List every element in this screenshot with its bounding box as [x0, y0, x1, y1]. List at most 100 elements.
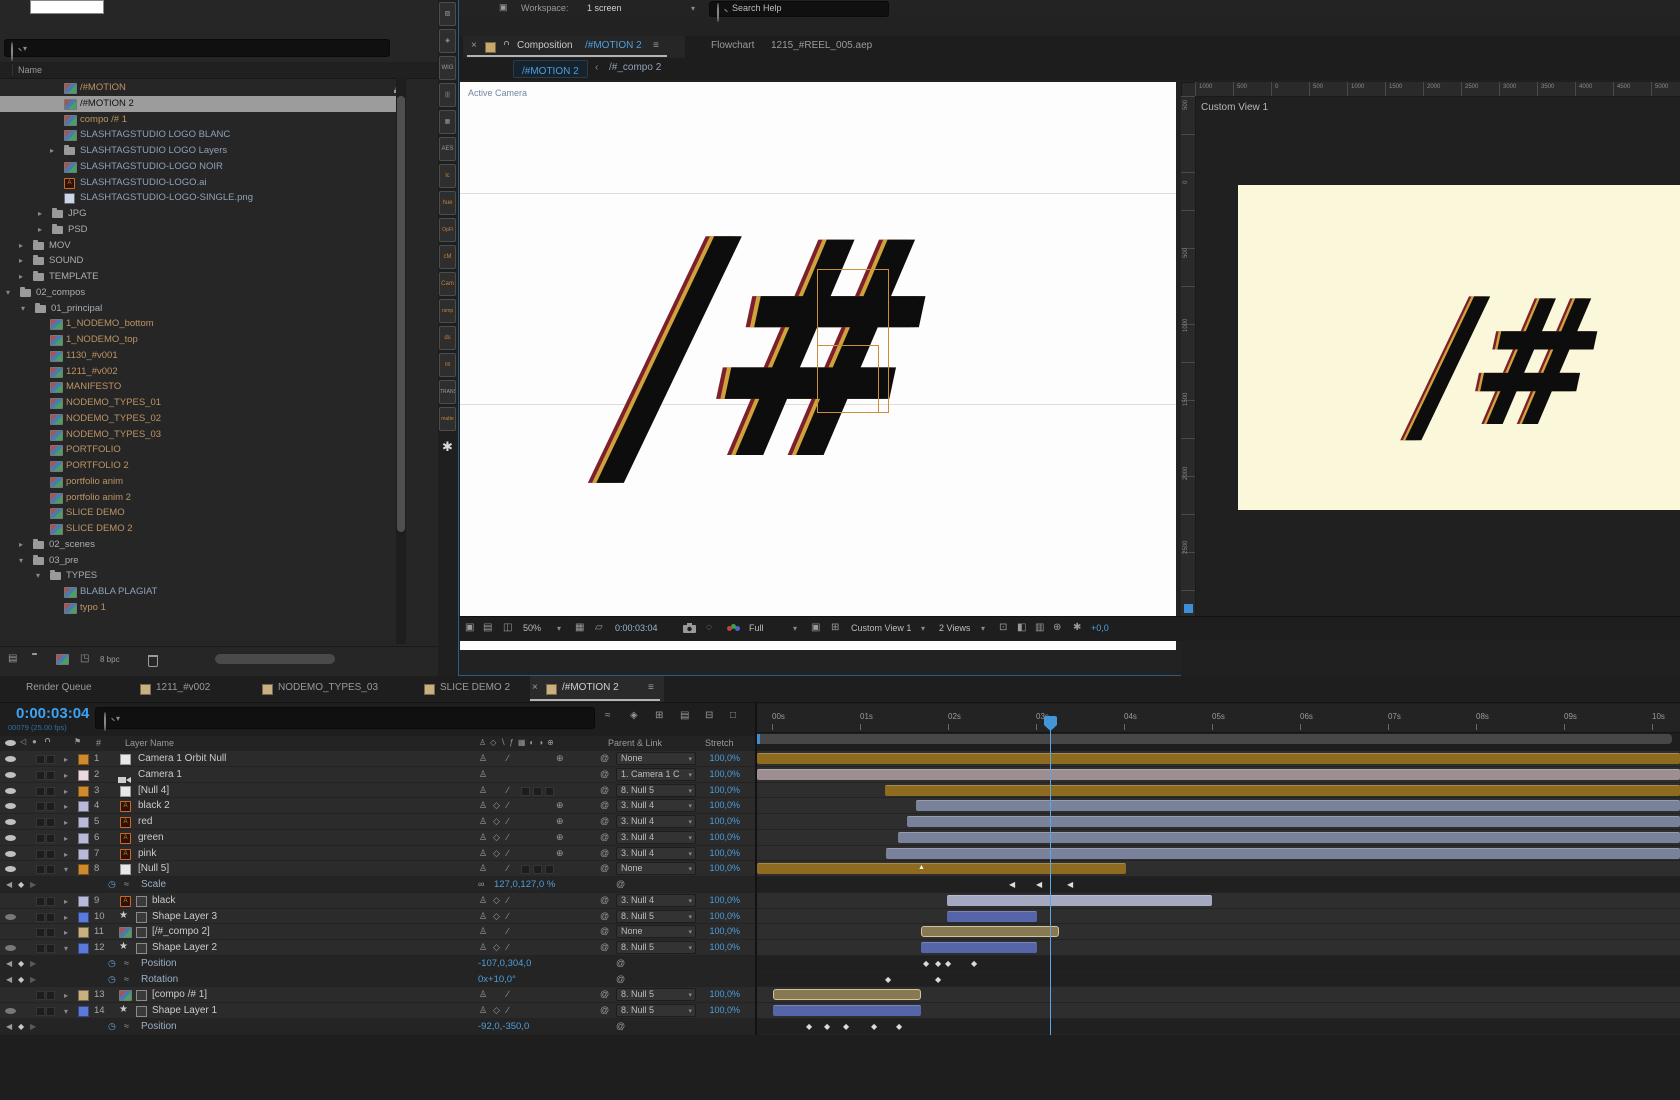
name-column-header[interactable]: Name [18, 65, 42, 75]
chevron-down-icon[interactable]: ▾ [688, 912, 692, 923]
stopwatch-icon[interactable]: ◷ [108, 974, 116, 985]
timeline-tab-label[interactable]: SLICE DEMO 2 [440, 682, 510, 693]
switch-box[interactable] [36, 755, 45, 764]
panel-button-lc[interactable]: lc [439, 164, 456, 188]
layer-label-chip[interactable] [78, 943, 89, 954]
layer-row[interactable]: ▸3[Null 4]♙∕@8. Null 5▾100,0% [0, 783, 1680, 799]
twirl-icon[interactable]: ▸ [64, 787, 68, 796]
switch-box[interactable] [46, 771, 55, 780]
layer-duration-bar[interactable] [921, 942, 1037, 953]
twirl-icon[interactable]: ▸ [64, 834, 68, 843]
mask-mode-icon[interactable]: ▱ [595, 622, 603, 633]
project-item-label[interactable]: SLICE DEMO [66, 507, 125, 518]
switch-box[interactable] [36, 802, 45, 811]
panel-button-AES[interactable]: AES [439, 137, 456, 161]
project-item-label[interactable]: PORTFOLIO 2 [66, 460, 129, 471]
project-item-file[interactable]: NODEMO_TYPES_03 [0, 427, 396, 443]
chevron-down-icon[interactable]: ▾ [688, 1006, 692, 1017]
property-pickwhip-icon[interactable]: @ [616, 1021, 625, 1031]
chevron-down-icon[interactable]: ▾ [691, 4, 695, 13]
project-item-label[interactable]: compo /# 1 [80, 114, 127, 125]
switch-box[interactable] [46, 834, 55, 843]
gear-icon[interactable]: ✱ [439, 436, 456, 460]
layer-name[interactable]: [Null 5] [138, 863, 169, 874]
tab-composition[interactable]: × Composition /#MOTION 2 ≡ [463, 36, 685, 58]
zoom-select[interactable]: 50% [523, 623, 541, 633]
close-icon[interactable]: × [532, 682, 538, 693]
layer-name[interactable]: Shape Layer 3 [152, 911, 217, 922]
project-item-label[interactable]: PORTFOLIO [66, 444, 121, 455]
parent-link-select[interactable]: 3. Null 4▾ [616, 799, 696, 812]
project-item-folder[interactable]: ▸TEMPLATE [0, 269, 396, 285]
layer-visibility-eye[interactable] [5, 786, 16, 796]
property-pickwhip-icon[interactable]: @ [616, 958, 625, 968]
stretch-value[interactable]: 100,0% [700, 911, 740, 921]
3d-switch-icon[interactable]: ⊕ [556, 848, 564, 859]
project-item-file[interactable]: 1_NODEMO_top [0, 332, 396, 348]
pixel-aspect-icon[interactable]: ⊡ [999, 622, 1007, 633]
twirl-icon[interactable]: ▸ [38, 225, 42, 234]
keyframe-nav-next-icon[interactable]: ▶ [30, 975, 36, 984]
layer-name[interactable]: Shape Layer 2 [152, 942, 217, 953]
switch-box[interactable] [46, 802, 55, 811]
quality-switch-icon[interactable]: ∕ [507, 926, 509, 936]
switch-box[interactable] [36, 897, 45, 906]
keyframe-icon[interactable]: ◆ [923, 959, 929, 968]
shy-switch-icon[interactable]: ♙ [479, 832, 487, 843]
chevron-down-icon[interactable]: ▾ [921, 624, 925, 633]
layer-row[interactable]: ▸2Camera 1♙@1. Camera 1 C▾100,0% [0, 767, 1680, 783]
grid-options-icon[interactable]: ▦ [575, 622, 584, 633]
stretch-value[interactable]: 100,0% [700, 785, 740, 795]
track-lane[interactable] [757, 972, 1680, 987]
switch-box[interactable] [36, 928, 45, 937]
project-item-file[interactable]: SLASHTAGSTUDIO LOGO BLANC [0, 127, 396, 143]
layer-label-chip[interactable] [78, 896, 89, 907]
parent-link-select[interactable]: 8. Null 5▾ [616, 988, 696, 1001]
twirl-icon[interactable]: ▸ [19, 241, 23, 250]
panel-menu-icon[interactable]: ≡ [648, 682, 654, 693]
twirl-icon[interactable]: ▸ [64, 850, 68, 859]
new-composition-icon[interactable] [56, 654, 69, 665]
project-item-folder[interactable]: ▾02_compos [0, 285, 396, 301]
layer-duration-bar[interactable] [916, 800, 1680, 811]
project-item-label[interactable]: SLASHTAGSTUDIO LOGO BLANC [80, 129, 230, 140]
project-item-label[interactable]: 1_NODEMO_bottom [66, 318, 154, 329]
project-item-file[interactable]: SLICE DEMO 2 [0, 521, 396, 537]
layer-name[interactable]: Shape Layer 1 [152, 1005, 217, 1016]
parent-link-select[interactable]: 8. Null 5▾ [616, 784, 696, 797]
chevron-down-icon[interactable]: ▾ [688, 833, 692, 844]
keyframe-icon[interactable]: ◆ [806, 1022, 812, 1031]
view-select[interactable]: Custom View 1 [851, 623, 911, 633]
interpret-footage-icon[interactable]: ▤ [8, 653, 17, 664]
parent-pickwhip-icon[interactable]: @ [600, 942, 609, 952]
project-item-file[interactable]: 1130_#v001 [0, 348, 396, 364]
tab-title[interactable]: Composition [517, 40, 573, 51]
project-item-label[interactable]: TEMPLATE [49, 271, 98, 282]
project-item-label[interactable]: BLABLA PLAGIAT [80, 586, 157, 597]
twirl-icon[interactable]: ▸ [38, 209, 42, 218]
timeline-search-input[interactable]: ▾ [95, 707, 595, 729]
breadcrumb-parent[interactable]: /#_compo 2 [609, 62, 661, 73]
graph-editor-icon[interactable]: □ [730, 710, 736, 721]
stopwatch-icon[interactable]: ◷ [108, 958, 116, 969]
keyframe-nav-prev-icon[interactable]: ◀ [6, 959, 12, 968]
panel-button-fill[interactable]: fill [439, 353, 456, 377]
project-item-folder[interactable]: ▸MOV [0, 238, 396, 254]
layer-name[interactable]: red [138, 816, 152, 827]
layer-row[interactable]: ▸4Ablack 2♙◇∕⊕@3. Null 4▾100,0% [0, 798, 1680, 814]
layer-name[interactable]: [Null 4] [138, 785, 169, 796]
collapse-switch-icon[interactable]: ◇ [493, 1005, 500, 1016]
layer-label-chip[interactable] [78, 927, 89, 938]
shy-switch-icon[interactable]: ♙ [479, 1005, 487, 1016]
quality-switch-icon[interactable]: ∕ [507, 911, 509, 921]
project-columns-header[interactable]: Name [0, 62, 438, 79]
layer-label-chip[interactable] [78, 912, 89, 923]
twirl-icon[interactable]: ▾ [36, 571, 40, 580]
project-item-label[interactable]: MANIFESTO [66, 381, 121, 392]
project-item-label[interactable]: portfolio anim [66, 476, 123, 487]
project-item-file[interactable]: typo 1 [0, 600, 396, 616]
project-item-folder[interactable]: ▾03_pre [0, 553, 396, 569]
twirl-icon[interactable]: ▸ [50, 146, 54, 155]
ease-marker[interactable]: ▲ [918, 864, 925, 871]
switch-box[interactable] [36, 834, 45, 843]
